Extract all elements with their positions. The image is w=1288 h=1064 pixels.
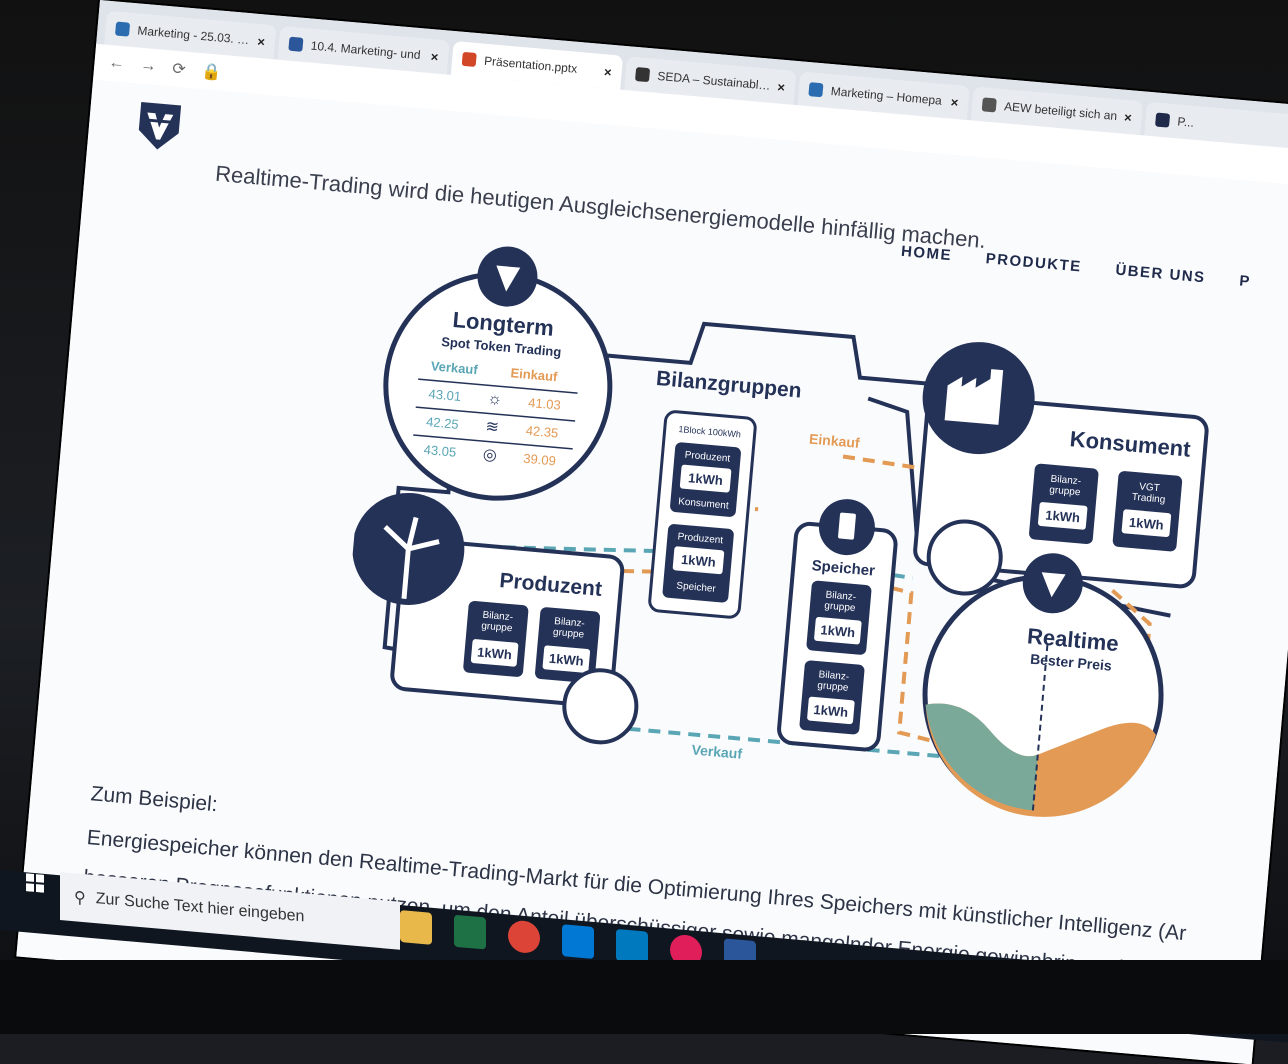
water-icon: ◎ [482,446,497,464]
tab-title: Präsentation.pptx [483,53,578,76]
produzent-bilanz-kwh-1: 1kWh [477,644,513,662]
close-icon[interactable]: × [257,33,266,49]
konsument-bilanz-card: Bilanz-gruppe 1kWh [1029,463,1099,545]
produzent-bilanz-label-2: Bilanz-gruppe [553,616,586,641]
tab-title: 10.4. Marketing- und [310,38,422,63]
sharepoint-icon [114,21,131,37]
windows-start-icon[interactable] [26,873,44,893]
sun-icon: ☼ [487,390,503,408]
trello-icon[interactable] [616,928,648,964]
bilanz-block-1: Produzent 1kWh Konsument [670,442,741,517]
konsument-bilanz-label: Bilanz-gruppe [1049,474,1082,499]
nav-ueber-uns[interactable]: ÜBER UNS [1115,262,1206,287]
tab-title: SEDA – Sustainable Er [656,68,773,93]
nav-more[interactable]: P [1239,272,1252,290]
einkauf-price: 39.09 [523,451,557,469]
speicher-bilanz-kwh-1: 1kWh [820,622,856,640]
speicher-bilanz-kwh-2: 1kWh [813,702,849,720]
sharepoint-icon [808,82,824,98]
tab-title: Marketing - 25.03. Ma [136,23,253,48]
produzent-bilanz-label-1: Bilanz-gruppe [481,610,514,635]
einkauf-flow-label: Einkauf [808,431,860,451]
produzent-bilanz-kwh-2: 1kWh [548,651,584,669]
word-icon [288,36,304,52]
einkauf-price: 42.35 [525,423,559,441]
tab-title: Marketing – Homepa [830,84,943,108]
close-icon[interactable]: × [777,79,786,95]
search-icon: ⚲ [74,889,86,908]
lock-icon: 🔒 [200,63,223,82]
close-icon[interactable]: × [950,94,959,110]
reload-icon[interactable]: ⟳ [171,59,187,80]
chrome-icon[interactable] [508,919,540,955]
close-icon[interactable]: × [1123,109,1132,125]
verkauf-flow-label: Verkauf [691,741,743,761]
produzent-bilanz-card-1: Bilanz-gruppe 1kWh [463,600,529,677]
close-icon[interactable]: × [603,64,612,80]
example-heading: Zum Beispiel: [89,782,219,817]
close-icon[interactable]: × [430,49,439,65]
konsument-vgt-kwh: 1kWh [1128,515,1164,533]
file-explorer-icon[interactable] [400,910,432,945]
powerpoint-icon [461,51,477,67]
einkauf-price: 41.03 [528,395,562,413]
konsument-bilanz-kwh: 1kWh [1045,507,1081,525]
verkauf-price: 42.25 [426,414,460,432]
verkauf-price: 43.01 [428,386,462,404]
intro-text: Realtime-Trading wird die heutigen Ausgl… [214,160,987,254]
search-placeholder: Zur Suche Text hier eingeben [95,890,305,926]
globe-icon [634,66,651,83]
excel-icon[interactable] [454,914,486,950]
block-kwh-2: 1kWh [680,552,716,570]
tab-title: P... [1176,114,1195,130]
site-logo[interactable] [135,100,183,154]
nav-produkte[interactable]: PRODUKTE [985,250,1082,275]
forward-icon[interactable]: → [140,57,157,76]
back-icon[interactable]: ← [108,54,125,73]
aew-icon [981,97,997,113]
speicher-bilanz-card-2: Bilanz-gruppe 1kWh [799,660,865,735]
verkauf-price: 43.05 [423,442,457,460]
konsument-vgt-card: VGTTrading 1kWh [1112,471,1183,552]
trading-diagram: Longterm Spot Token Trading Verkauf Eink… [352,246,1209,817]
speicher-bilanz-card-1: Bilanz-gruppe 1kWh [806,580,872,655]
outlook-icon[interactable] [562,924,594,959]
tab-title: AEW beteiligt sich an [1003,99,1118,124]
speicher-bilanz-label-2: Bilanz-gruppe [817,669,850,694]
bilanzgruppen-title: Bilanzgruppen [655,367,802,403]
keyboard [0,960,1288,1034]
nav-home[interactable]: HOME [900,243,952,264]
site-icon [1154,112,1171,128]
bilanz-block-2: Produzent 1kWh Speicher [662,524,734,603]
wind-icon: ≋ [485,418,500,436]
block-kwh-1: 1kWh [688,470,724,488]
speicher-bilanz-label-1: Bilanz-gruppe [824,590,857,615]
